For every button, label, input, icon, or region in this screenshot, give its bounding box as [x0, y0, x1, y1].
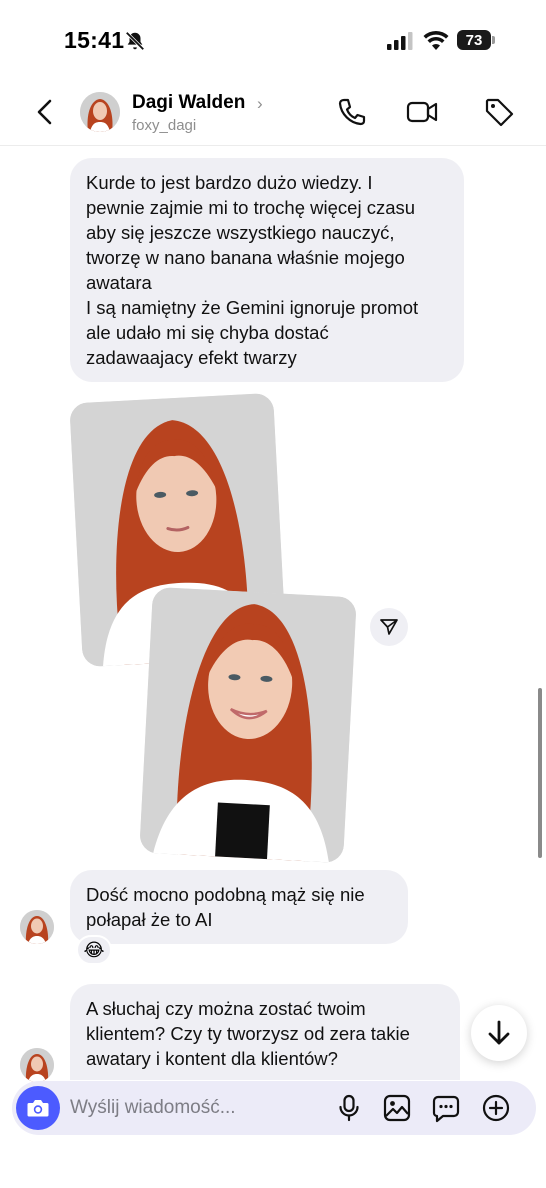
message-line: A słuchaj czy można zostać twoim [86, 998, 366, 1019]
battery-level: 73 [457, 30, 491, 50]
camera-button[interactable] [16, 1086, 60, 1130]
message-bubble-incoming[interactable]: Dość mocno podobną mąż się nie połapał ż… [70, 870, 408, 944]
share-icon [380, 619, 398, 635]
microphone-icon[interactable] [334, 1093, 364, 1123]
camera-icon [27, 1100, 49, 1117]
chevron-right-icon[interactable]: › [257, 94, 263, 114]
plus-icon[interactable] [481, 1093, 511, 1123]
share-button[interactable] [370, 608, 408, 646]
message-line: I są namiętny że Gemini ignoruje promot [86, 297, 419, 318]
status-bar: 15:41 73 [0, 0, 546, 80]
battery-icon: 73 [457, 30, 495, 50]
photo-attachment[interactable] [139, 586, 357, 864]
avatar[interactable] [20, 1048, 54, 1082]
message-line: tworzę w nano banana właśnie mojego [86, 247, 405, 268]
scroll-to-bottom-button[interactable] [471, 1005, 527, 1061]
message-line: awatara [86, 272, 152, 293]
tag-icon[interactable] [482, 95, 516, 129]
contact-name[interactable]: Dagi Walden [132, 92, 245, 114]
phone-icon[interactable] [335, 95, 369, 129]
wifi-icon [423, 30, 449, 50]
chat-header: Dagi Walden › foxy_dagi [0, 80, 546, 146]
back-arrow-icon[interactable] [30, 97, 60, 127]
message-input[interactable] [70, 1095, 310, 1121]
gallery-icon[interactable] [382, 1093, 412, 1123]
avatar[interactable] [20, 910, 54, 944]
message-line: pewnie zajmie mi to trochę więcej czasu [86, 197, 416, 218]
signal-icon [387, 32, 413, 50]
video-icon[interactable] [405, 95, 439, 129]
message-line: Dość mocno podobną mąż się nie [86, 884, 365, 905]
scrollbar[interactable] [538, 688, 542, 858]
status-time: 15:41 [64, 27, 125, 53]
message-line: ale udało mi się chyba dostać [86, 322, 329, 343]
message-bubble-incoming[interactable]: A słuchaj czy można zostać twoim kliente… [70, 984, 460, 1080]
contact-username[interactable]: foxy_dagi [132, 117, 196, 134]
message-bubble-incoming[interactable]: Kurde to jest bardzo dużo wiedzy. I pewn… [70, 158, 464, 382]
sticker-icon[interactable] [431, 1093, 461, 1123]
message-composer [12, 1081, 536, 1135]
arrow-down-icon [488, 1020, 510, 1045]
reaction-emoji[interactable]: 😂 [76, 935, 112, 965]
message-line: Kurde to jest bardzo dużo wiedzy. I [86, 172, 373, 193]
avatar[interactable] [80, 92, 120, 132]
message-line: klientem? Czy ty tworzysz od zera takie [86, 1023, 410, 1044]
bell-off-icon [125, 31, 145, 51]
message-line: zadawaajacy efekt twarzy [86, 347, 297, 368]
message-line: awatary i kontent dla klientów? [86, 1048, 338, 1069]
message-line: połapał że to AI [86, 909, 213, 930]
message-line: aby się jeszcze wszystkiego nauczyć, [86, 222, 395, 243]
